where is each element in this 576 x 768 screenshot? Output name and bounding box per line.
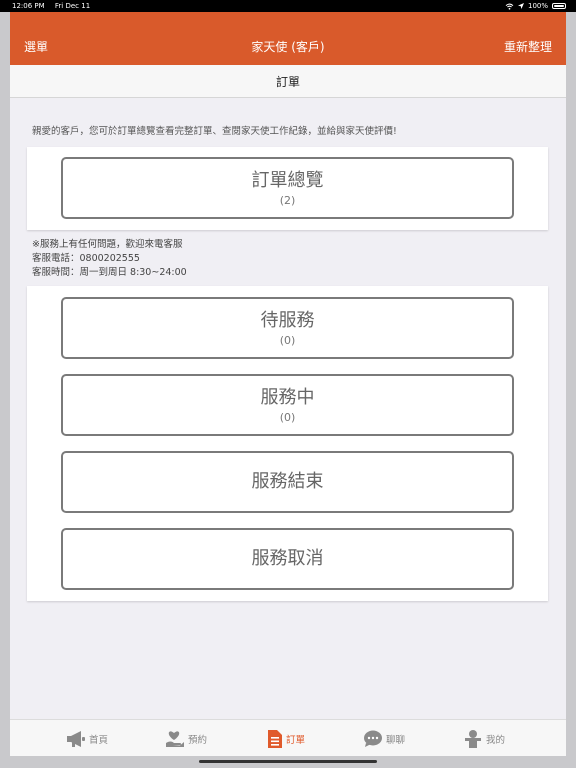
navigation-bar: 選單 家天使 (客戶) 重新整理 xyxy=(10,12,566,65)
tab-booking[interactable]: 預約 xyxy=(165,720,207,756)
battery-icon xyxy=(552,3,566,9)
status-date: Fri Dec 11 xyxy=(54,2,91,10)
tab-profile-label: 我的 xyxy=(486,734,506,746)
person-icon xyxy=(465,729,481,748)
status-time: 12:06 PM xyxy=(12,2,45,10)
home-indicator[interactable] xyxy=(199,760,377,763)
pending-service-label: 待服務 xyxy=(260,309,315,331)
tab-home[interactable]: 首頁 xyxy=(66,720,108,756)
tab-profile[interactable]: 我的 xyxy=(463,720,505,756)
in-service-count: (0) xyxy=(279,410,296,424)
service-hours: 客服時間：周一到周日 8:30~24:00 xyxy=(32,267,187,278)
app-title: 家天使 (客戶) xyxy=(251,40,325,54)
pending-service-button[interactable]: 待服務 (0) xyxy=(61,297,514,359)
page-header: 訂單 xyxy=(10,65,566,98)
tab-bar: 首頁 預約 訂單 聊聊 我的 xyxy=(10,719,566,756)
service-cancelled-label: 服務取消 xyxy=(251,548,324,569)
in-service-button[interactable]: 服務中 (0) xyxy=(61,374,514,436)
service-notice: ※服務上有任何問題，歡迎來電客服 xyxy=(32,239,183,250)
order-overview-button[interactable]: 訂單總覽 (2) xyxy=(61,157,514,219)
tab-orders-label: 訂單 xyxy=(286,734,306,746)
order-overview-count: (2) xyxy=(279,193,296,207)
status-bar: 12:06 PM Fri Dec 11 100% xyxy=(0,0,576,12)
service-ended-button[interactable]: 服務結束 xyxy=(61,451,514,513)
tab-home-label: 首頁 xyxy=(89,734,109,746)
tab-booking-label: 預約 xyxy=(188,734,208,746)
service-cancelled-button[interactable]: 服務取消 xyxy=(61,528,514,590)
battery-percent: 100% xyxy=(527,2,548,10)
pending-service-count: (0) xyxy=(279,333,296,347)
refresh-button[interactable]: 重新整理 xyxy=(504,38,552,55)
order-status-card: 待服務 (0) 服務中 (0) 服務結束 服務取消 xyxy=(27,286,548,601)
tab-chat[interactable]: 聊聊 xyxy=(363,720,405,756)
megaphone-icon xyxy=(67,730,85,747)
service-ended-label: 服務結束 xyxy=(251,471,324,492)
tab-orders[interactable]: 訂單 xyxy=(267,720,305,756)
in-service-label: 服務中 xyxy=(260,386,315,408)
location-arrow-icon xyxy=(517,3,524,9)
chat-bubble-icon xyxy=(364,730,382,747)
intro-text: 親愛的客戶，您可於訂單總覽查看完整訂單、查閱家天使工作紀錄，並給與家天使評價! xyxy=(32,126,397,137)
customer-service-info: ※服務上有任何問題，歡迎來電客服 客服電話：0800202555 客服時間：周一… xyxy=(32,238,187,280)
service-phone: 客服電話：0800202555 xyxy=(32,253,140,264)
wifi-icon xyxy=(505,3,514,10)
document-icon xyxy=(268,729,282,748)
page-title: 訂單 xyxy=(275,74,300,89)
status-left: 12:06 PM Fri Dec 11 xyxy=(12,2,98,10)
order-overview-label: 訂單總覽 xyxy=(251,169,324,191)
app-screen: 選單 家天使 (客戶) 重新整理 訂單 親愛的客戶，您可於訂單總覽查看完整訂單、… xyxy=(10,12,566,756)
heart-hand-icon xyxy=(166,730,184,747)
status-right: 100% xyxy=(505,2,566,10)
tab-chat-label: 聊聊 xyxy=(386,734,406,746)
overview-card: 訂單總覽 (2) xyxy=(27,147,548,230)
